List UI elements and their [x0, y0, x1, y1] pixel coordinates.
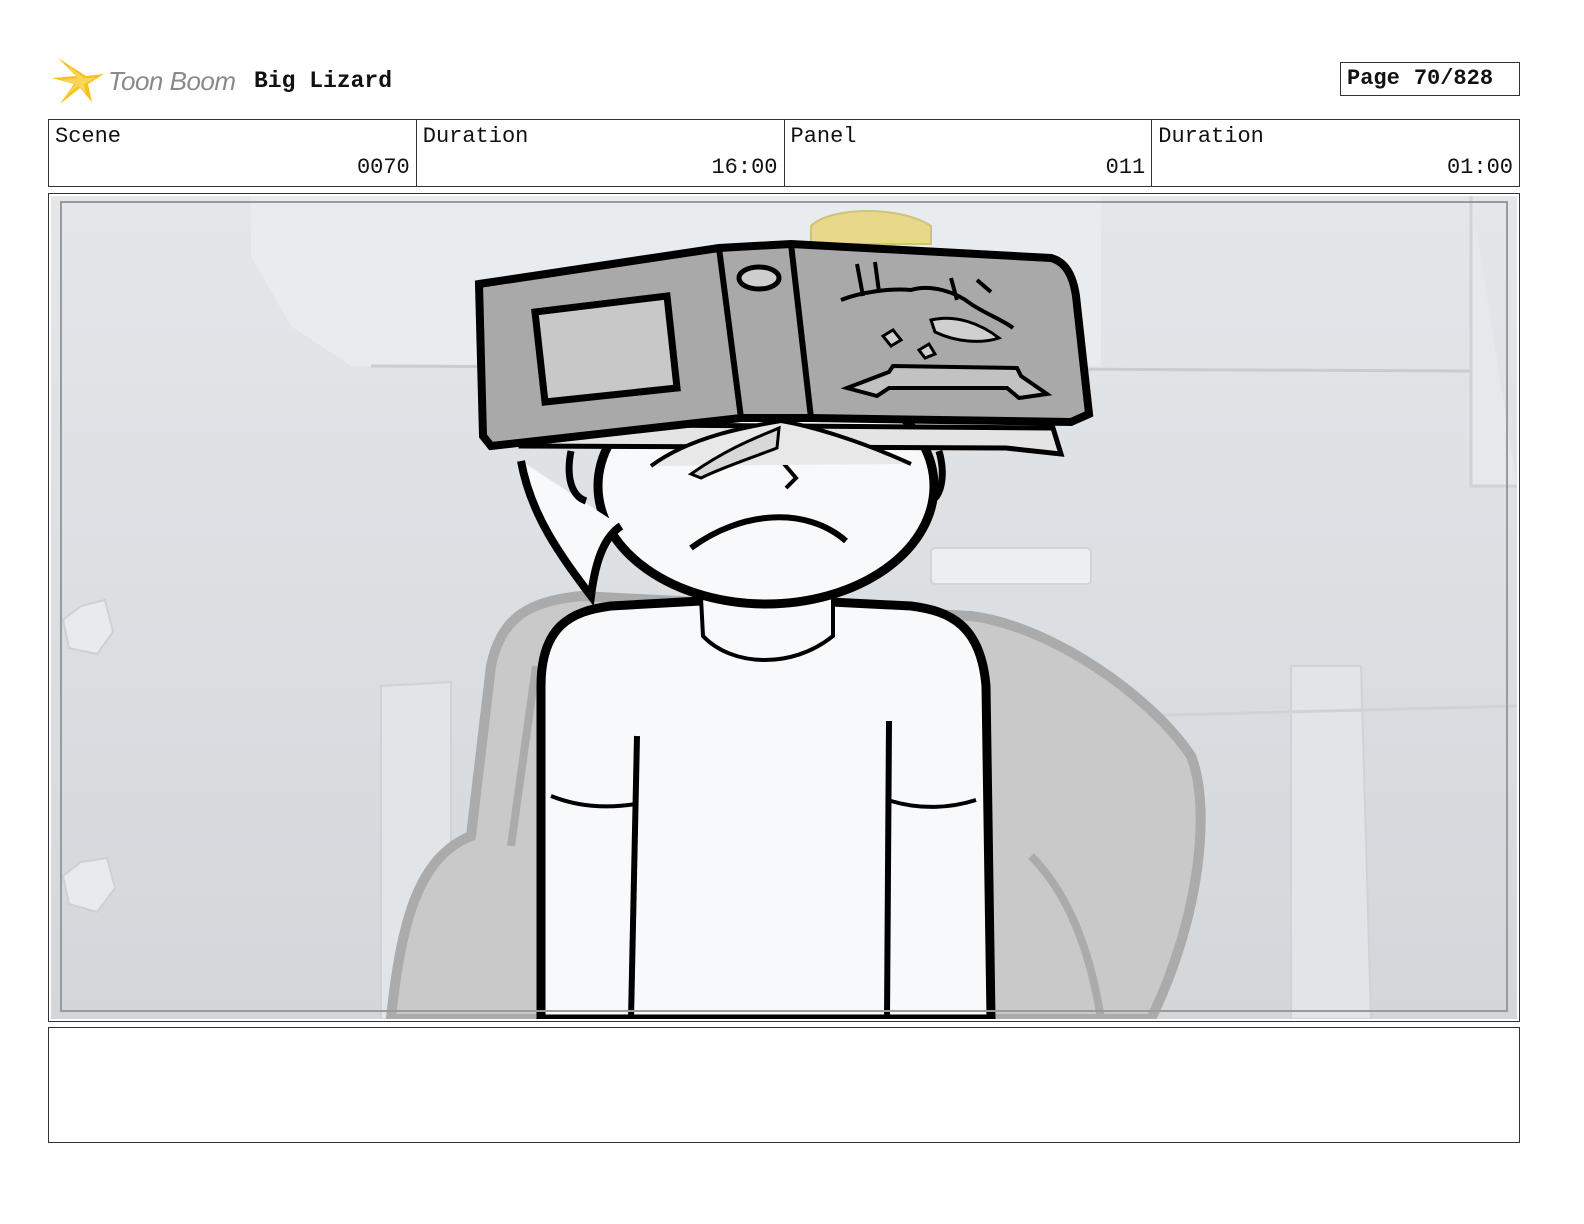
brand-name: Toon Boom — [108, 66, 236, 96]
scene-duration-cell: Duration 16:00 — [417, 120, 785, 186]
toon-boom-logo: Toon Boom — [52, 54, 242, 108]
panel-value: 011 — [1105, 155, 1146, 180]
shelf — [930, 547, 1092, 585]
scene-value: 0070 — [356, 155, 410, 180]
page-number: 70/828 — [1413, 66, 1494, 91]
scene-cell: Scene 0070 — [49, 120, 417, 186]
page-header: Toon Boom Big Lizard Page 70/828 — [48, 52, 1520, 112]
project-title: Big Lizard — [254, 68, 393, 94]
scene-duration-value: 16:00 — [711, 155, 778, 180]
page-label: Page — [1347, 66, 1400, 91]
panel-cell: Panel 011 — [785, 120, 1153, 186]
storyboard-frame — [48, 193, 1520, 1022]
book-cover-window — [531, 292, 681, 406]
scene-label: Scene — [55, 124, 122, 149]
panel-duration-value: 01:00 — [1446, 155, 1513, 180]
scene-duration-label: Duration — [422, 124, 529, 149]
panel-info-row: Scene 0070 Duration 16:00 Panel 011 Dura… — [48, 119, 1520, 187]
notes-box — [48, 1027, 1520, 1143]
page-indicator: Page 70/828 — [1340, 62, 1520, 96]
starburst-icon — [52, 58, 104, 104]
character-body — [536, 596, 996, 1019]
panel-label: Panel — [790, 124, 857, 149]
panel-duration-cell: Duration 01:00 — [1152, 120, 1519, 186]
panel-drawing — [51, 196, 1517, 1019]
panel-duration-label: Duration — [1158, 124, 1264, 149]
